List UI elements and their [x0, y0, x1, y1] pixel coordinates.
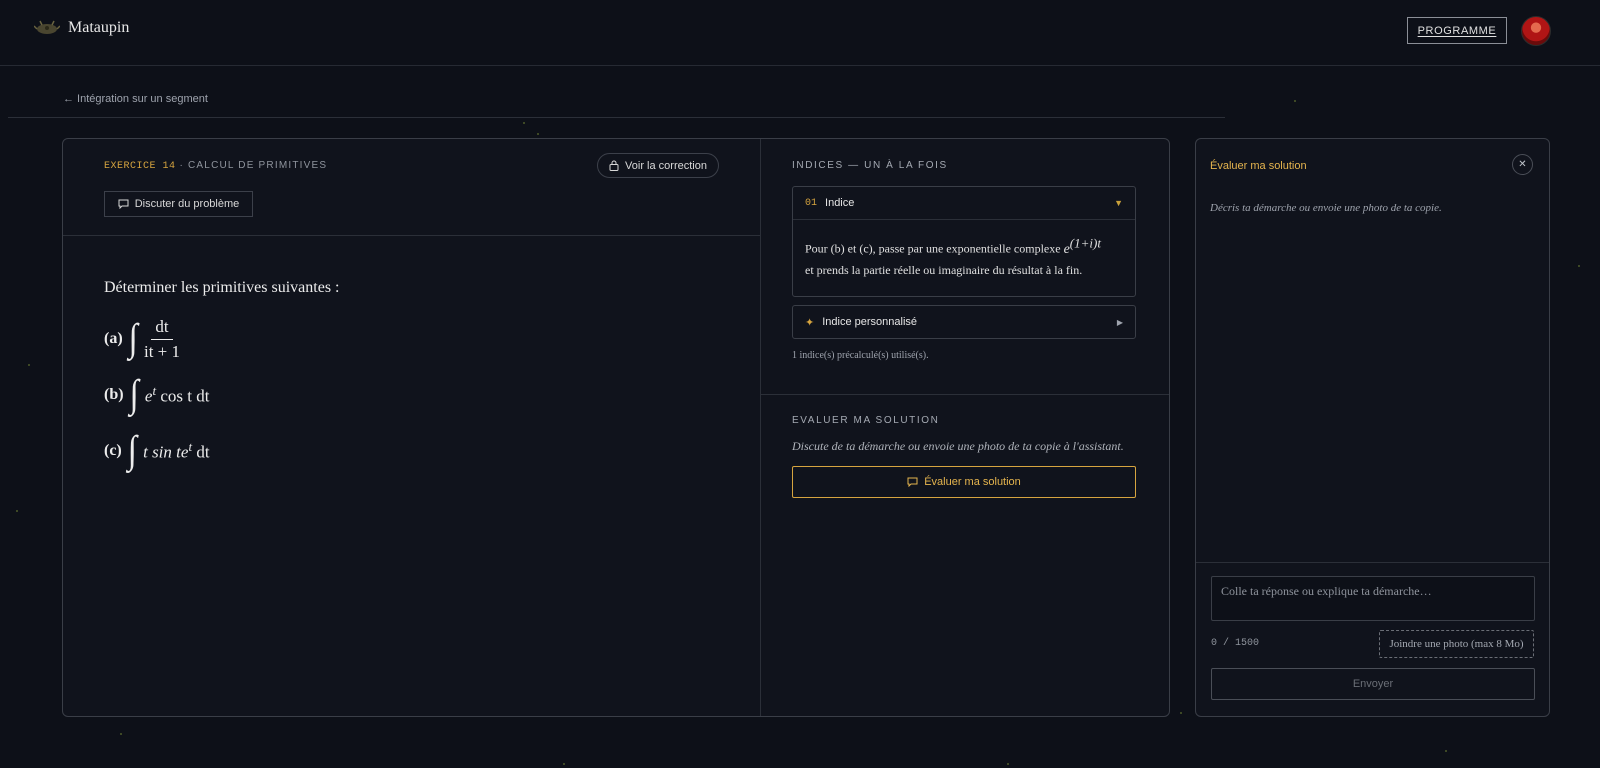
chat-icon	[118, 199, 129, 209]
item-label: (b)	[104, 386, 124, 403]
problem-item-c: (c) ∫ t sin tet dt	[104, 423, 340, 479]
attach-photo-button[interactable]: Joindre une photo (max 8 Mo)	[1379, 630, 1534, 658]
exercise-separator: ·	[175, 160, 189, 171]
exercise-number: EXERCICE 14	[104, 161, 176, 172]
math-expression: et cos t dt	[144, 383, 210, 406]
hints-used-note: 1 indice(s) précalculé(s) utilisé(s).	[792, 350, 929, 361]
fraction-denominator: it + 1	[143, 341, 181, 361]
avatar[interactable]	[1521, 16, 1551, 46]
hint-1: 01 Indice ▼ Pour (b) et (c), passe par u…	[792, 186, 1136, 297]
sparkle-icon: ✦	[805, 316, 815, 329]
hints-column: INDICES — UN À LA FOIS 01 Indice ▼ Pour …	[761, 139, 1169, 716]
hint-1-header[interactable]: 01 Indice ▼	[793, 187, 1135, 220]
integral-sign: ∫	[127, 429, 138, 472]
lock-icon	[609, 160, 619, 171]
send-button[interactable]: Envoyer	[1211, 668, 1535, 700]
integral-sign: ∫	[129, 373, 139, 416]
answer-textarea[interactable]	[1211, 576, 1535, 621]
exercise-category: CALCUL DE PRIMITIVES	[188, 160, 328, 171]
exercise-header: EXERCICE 14 · CALCUL DE PRIMITIVES Voir …	[63, 139, 760, 236]
evaluate-description: Discute de ta démarche ou envoie une pho…	[792, 439, 1124, 453]
item-label: (c)	[104, 442, 122, 459]
breadcrumb[interactable]: ← Intégration sur un segment	[63, 93, 208, 105]
brand-logo-icon	[34, 20, 60, 34]
problem-item-a: (a) ∫ dt it + 1	[104, 311, 340, 367]
problem-statement: Déterminer les primitives suivantes : (a…	[104, 279, 340, 479]
char-counter: 0 / 1500	[1211, 638, 1260, 649]
item-label: (a)	[104, 330, 123, 347]
problem-intro: Déterminer les primitives suivantes :	[104, 279, 340, 296]
top-bar: Mataupin PROGRAMME	[0, 0, 1600, 66]
chat-icon	[907, 477, 918, 487]
panel-hint: Décris ta démarche ou envoie une photo d…	[1210, 202, 1442, 214]
panel-title: Évaluer ma solution	[1210, 160, 1307, 172]
evaluate-panel: Évaluer ma solution ✕ Décris ta démarche…	[1195, 138, 1550, 717]
evaluate-button[interactable]: Évaluer ma solution	[792, 466, 1136, 498]
close-icon: ✕	[1518, 159, 1527, 170]
hint-1-body: Pour (b) et (c), passe par une exponenti…	[805, 235, 1101, 277]
exercise-card: EXERCICE 14 · CALCUL DE PRIMITIVES Voir …	[62, 138, 1170, 717]
close-button[interactable]: ✕	[1512, 154, 1533, 175]
hint-title: Indice	[825, 197, 855, 209]
hints-title: INDICES — UN À LA FOIS	[792, 160, 948, 171]
panel-divider	[1196, 562, 1549, 563]
hints-section: INDICES — UN À LA FOIS 01 Indice ▼ Pour …	[761, 139, 1169, 395]
math-expression: t sin tet dt	[143, 439, 210, 462]
exercise-label: EXERCICE 14 · CALCUL DE PRIMITIVES	[104, 160, 327, 172]
fraction: dt it + 1	[144, 317, 180, 362]
brand[interactable]: Mataupin	[34, 19, 129, 37]
brand-name: Mataupin	[68, 19, 130, 36]
exercise-column: EXERCICE 14 · CALCUL DE PRIMITIVES Voir …	[63, 139, 761, 716]
hint-personnalise[interactable]: ✦ Indice personnalisé ▶	[792, 305, 1136, 339]
caret-down-icon: ▼	[1114, 198, 1123, 208]
evaluate-button-label: Évaluer ma solution	[924, 476, 1021, 488]
voir-correction-button[interactable]: Voir la correction	[597, 153, 719, 178]
problem-item-b: (b) ∫ et cos t dt	[104, 367, 340, 423]
caret-right-icon: ▶	[1116, 317, 1123, 327]
programme-button[interactable]: PROGRAMME	[1407, 17, 1507, 44]
hint-personnalise-label: Indice personnalisé	[822, 316, 918, 328]
discuter-button[interactable]: Discuter du problème	[104, 191, 253, 217]
integral-sign: ∫	[128, 317, 138, 360]
fraction-numerator: dt	[151, 317, 173, 340]
voir-correction-label: Voir la correction	[625, 159, 707, 172]
hint-number: 01	[805, 197, 818, 209]
discuter-label: Discuter du problème	[134, 198, 240, 210]
evaluate-title: EVALUER MA SOLUTION	[792, 415, 940, 426]
breadcrumb-divider	[8, 117, 1225, 118]
